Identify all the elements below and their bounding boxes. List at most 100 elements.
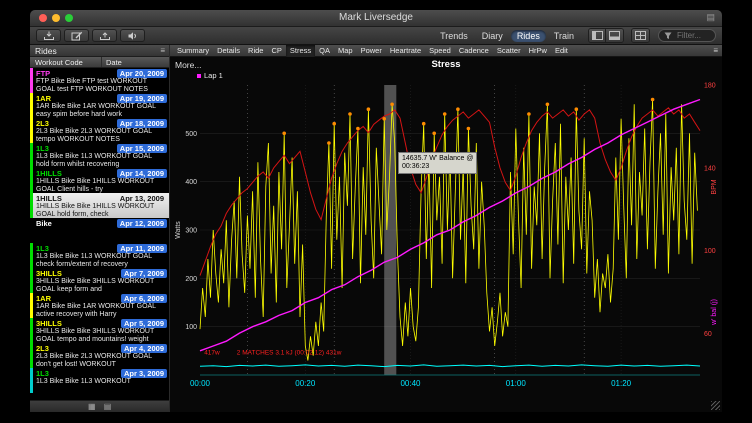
tab-summary[interactable]: Summary <box>173 45 213 57</box>
ride-date-badge: Apr 18, 2009 <box>117 119 167 128</box>
ride-list: FTPApr 20, 2009FTP Bike Bike FTP test WO… <box>30 68 169 400</box>
svg-text:Watts: Watts <box>175 221 182 239</box>
peak-dot <box>382 117 386 121</box>
view-button-diary[interactable]: Diary <box>476 30 509 42</box>
titlebar-list-icon[interactable]: ▤ <box>706 12 715 23</box>
svg-text:140: 140 <box>704 165 716 172</box>
view-button-trends[interactable]: Trends <box>434 30 474 42</box>
workout-code-label: 1AR <box>36 294 51 303</box>
tooltip-time: 00:36:23 <box>402 163 473 171</box>
download-icon <box>43 31 55 41</box>
svg-text:2 MATCHES 3.1 kJ (00:02:12) 43: 2 MATCHES 3.1 kJ (00:02:12) 431w <box>237 350 342 357</box>
ride-color-strip <box>30 368 33 393</box>
ride-description: 2L3 Bike Bike 2L3 WORKOUT GOAL tempo WOR… <box>36 128 167 143</box>
stress-plot[interactable]: 00:0000:2000:4001:0001:20100200300400500… <box>170 57 722 412</box>
column-date[interactable]: Date <box>102 57 169 67</box>
ride-color-strip <box>30 93 33 118</box>
ride-row-header: 3HILLSApr 7, 2009 <box>36 268 167 278</box>
resize-grip[interactable] <box>711 401 720 410</box>
workout-code-label: 1HILLS <box>36 194 62 203</box>
layout-toggle-group <box>631 28 650 43</box>
tab-edit[interactable]: Edit <box>551 45 572 57</box>
list-item[interactable]: 1ARApr 6, 20091AR Bike Bike 1AR WORKOUT … <box>30 293 169 318</box>
svg-text:300: 300 <box>185 228 197 235</box>
list-item[interactable]: 1HILLSApr 14, 20091HILLS Bike Bike 1HILL… <box>30 168 169 193</box>
view-button-rides[interactable]: Rides <box>511 30 546 42</box>
peak-dot <box>546 103 550 107</box>
tab-cadence[interactable]: Cadence <box>455 45 493 57</box>
tab-ride[interactable]: Ride <box>244 45 267 57</box>
filter-input[interactable] <box>675 30 717 41</box>
tiled-view-button[interactable] <box>632 29 649 42</box>
ride-row-header: 1L3Apr 15, 2009 <box>36 143 167 153</box>
tab-qa[interactable]: QA <box>315 45 334 57</box>
tab-cp[interactable]: CP <box>267 45 285 57</box>
manual-entry-button[interactable] <box>64 29 89 42</box>
export-icon <box>99 31 111 41</box>
app-window: Mark Liversedge ▤ TrendsDiaryRidesTrain <box>30 10 722 412</box>
view-button-train[interactable]: Train <box>548 30 580 42</box>
ride-color-strip <box>30 268 33 293</box>
export-ride-button[interactable] <box>92 29 117 42</box>
list-item[interactable]: 1L3Apr 11, 20091L3 Bike Bike 1L3 WORKOUT… <box>30 243 169 268</box>
tab-speed[interactable]: Speed <box>425 45 455 57</box>
list-item[interactable]: 2L3Apr 4, 20092L3 Bike Bike 2L3 WORKOUT … <box>30 343 169 368</box>
tab-power[interactable]: Power <box>357 45 386 57</box>
svg-text:w' bal (j): w' bal (j) <box>711 299 718 326</box>
toggle-sidebar-button[interactable] <box>589 29 606 42</box>
audio-device-button[interactable] <box>120 29 145 42</box>
list-item[interactable]: 3HILLSApr 7, 20093HILLS Bike Bike 3HILLS… <box>30 268 169 293</box>
peak-dot <box>332 122 336 126</box>
tab-hrpw[interactable]: HrPw <box>525 45 551 57</box>
speed-series-line <box>200 365 700 367</box>
tabbar-menu-icon[interactable]: ≡ <box>713 46 718 55</box>
workout-code-label: 2L3 <box>36 344 49 353</box>
ride-row-header: 1HILLSApr 13, 2009 <box>36 193 167 203</box>
ride-color-strip <box>30 293 33 318</box>
ride-color-strip <box>30 168 33 193</box>
ride-description: 1L3 Bike Bike 1L3 WORKOUT GOAL check for… <box>36 253 167 268</box>
sidebar-header: Rides ≡ <box>30 45 169 57</box>
bottombar-pane-icon <box>609 31 620 40</box>
list-item[interactable]: BikeApr 12, 2009 <box>30 218 169 243</box>
filter-field[interactable] <box>658 29 716 42</box>
tooltip-value: 14635.7 W' Balance @ <box>402 155 473 163</box>
list-item[interactable]: 3HILLSApr 5, 20093HILLS Bike Bike 3HILLS… <box>30 318 169 343</box>
list-item[interactable]: 1L3Apr 3, 20091L3 Bike Bike 1L3 WORKOUT <box>30 368 169 393</box>
sidebar-statusbar: ▦ ▤ <box>30 400 169 412</box>
tab-map[interactable]: Map <box>334 45 357 57</box>
list-item[interactable]: 1HILLSApr 13, 20091HILLS Bike Bike 1HILL… <box>30 193 169 218</box>
tab-scatter[interactable]: Scatter <box>493 45 525 57</box>
workout-code-label: 3HILLS <box>36 269 62 278</box>
ride-date-badge: Apr 3, 2009 <box>121 369 167 378</box>
svg-text:00:20: 00:20 <box>295 379 316 388</box>
ride-row-header: 2L3Apr 4, 2009 <box>36 343 167 353</box>
grid-layout-icon <box>635 31 646 40</box>
ride-row-header: 1ARApr 19, 2009 <box>36 93 167 103</box>
ride-date-badge: Apr 11, 2009 <box>117 244 167 253</box>
ride-color-strip <box>30 118 33 143</box>
ride-row-header: 1L3Apr 11, 2009 <box>36 243 167 253</box>
tab-details[interactable]: Details <box>213 45 244 57</box>
ride-date-badge: Apr 6, 2009 <box>121 294 167 303</box>
toggle-bottombar-button[interactable] <box>606 29 623 42</box>
ride-color-strip <box>30 218 33 243</box>
ride-row-header: BikeApr 12, 2009 <box>36 218 167 228</box>
folder-icon[interactable]: ▤ <box>104 402 112 411</box>
tab-stress[interactable]: Stress <box>286 45 315 57</box>
grid-view-icon[interactable]: ▦ <box>88 402 96 411</box>
svg-text:100: 100 <box>185 324 197 331</box>
titlebar[interactable]: Mark Liversedge ▤ <box>30 10 722 27</box>
tab-heartrate[interactable]: Heartrate <box>386 45 425 57</box>
column-workout-code[interactable]: Workout Code <box>30 57 102 67</box>
ride-description: 2L3 Bike Bike 2L3 WORKOUT GOAL don't get… <box>36 353 167 368</box>
peak-dot <box>348 112 352 116</box>
list-item[interactable]: 1ARApr 19, 20091AR Bike Bike 1AR WORKOUT… <box>30 93 169 118</box>
svg-text:01:20: 01:20 <box>611 379 632 388</box>
list-item[interactable]: 1L3Apr 15, 20091L3 Bike Bike 1L3 WORKOUT… <box>30 143 169 168</box>
list-item[interactable]: FTPApr 20, 2009FTP Bike Bike FTP test WO… <box>30 68 169 93</box>
download-ride-button[interactable] <box>36 29 61 42</box>
sidebar-menu-icon[interactable]: ≡ <box>160 45 165 57</box>
svg-text:00:00: 00:00 <box>190 379 211 388</box>
list-item[interactable]: 2L3Apr 18, 20092L3 Bike Bike 2L3 WORKOUT… <box>30 118 169 143</box>
